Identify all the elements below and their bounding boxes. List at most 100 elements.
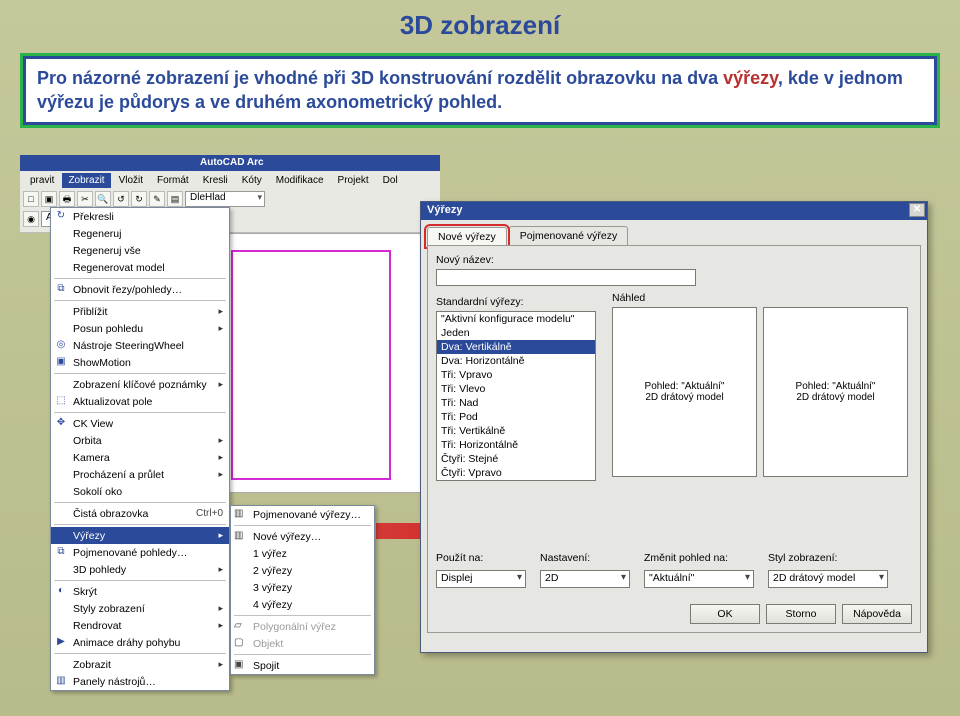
standard-viewports-list[interactable]: "Aktivní konfigurace modelu"JedenDva: Ve… xyxy=(436,311,596,481)
menu-zobrazit[interactable]: Zobrazit xyxy=(62,173,110,188)
submenu-arrow-icon: ▸ xyxy=(218,530,223,541)
setup-combo[interactable]: 2D xyxy=(540,570,630,588)
menu-item-label: Obnovit řezy/pohledy… xyxy=(73,284,182,296)
dialog-title-text: Výřezy xyxy=(427,204,462,216)
new-name-input[interactable] xyxy=(436,269,696,286)
submenu-arrow-icon: ▸ xyxy=(218,379,223,390)
submenu-item-label: Objekt xyxy=(253,638,283,650)
submenu-item-icon: ▢ xyxy=(234,637,248,651)
menu-item[interactable]: Kamera▸ xyxy=(51,449,229,466)
menu-item[interactable]: Regeneruj vše xyxy=(51,242,229,259)
menu-item-label: Výřezy xyxy=(73,530,105,542)
cancel-button[interactable]: Storno xyxy=(766,604,836,624)
list-item[interactable]: Tři: Vertikálně xyxy=(437,424,595,438)
menu-item[interactable]: Posun pohledu▸ xyxy=(51,320,229,337)
style-combo[interactable]: 2D drátový model xyxy=(768,570,888,588)
toolbar-icon[interactable]: ▣ xyxy=(41,191,57,207)
list-item[interactable]: Dva: Horizontálně xyxy=(437,354,595,368)
menu-format[interactable]: Formát xyxy=(151,173,195,188)
list-item[interactable]: Tři: Vlevo xyxy=(437,382,595,396)
apply-combo[interactable]: Displej xyxy=(436,570,526,588)
submenu-item[interactable]: ▣Spojit xyxy=(231,657,374,674)
menu-item[interactable]: ⧉Obnovit řezy/pohledy… xyxy=(51,281,229,298)
submenu-item[interactable]: 1 výřez xyxy=(231,545,374,562)
menu-item[interactable]: Zobrazit▸ xyxy=(51,656,229,673)
menu-item[interactable]: Sokolí oko xyxy=(51,483,229,500)
toolbar-icon[interactable]: ✎ xyxy=(149,191,165,207)
toolbar-icon[interactable]: 🖶 xyxy=(59,191,75,207)
submenu-item[interactable]: 2 výřezy xyxy=(231,562,374,579)
list-item[interactable]: Tři: Pod xyxy=(437,410,595,424)
menu-kresli[interactable]: Kresli xyxy=(197,173,234,188)
menu-item[interactable]: ▣ShowMotion xyxy=(51,354,229,371)
menu-projekt[interactable]: Projekt xyxy=(332,173,375,188)
changeview-label: Změnit pohled na: xyxy=(644,552,754,564)
submenu-item[interactable]: ▥Nové výřezy… xyxy=(231,528,374,545)
list-item[interactable]: Tři: Nad xyxy=(437,396,595,410)
toolbar-icon[interactable]: 🔍 xyxy=(95,191,111,207)
menu-item[interactable]: ⬚Aktualizovat pole xyxy=(51,393,229,410)
dialog-panel: Nový název: Standardní výřezy: "Aktivní … xyxy=(427,245,921,633)
ok-button[interactable]: OK xyxy=(690,604,760,624)
desc-text-1: Pro názorné zobrazení je vhodné při 3D k… xyxy=(37,68,723,88)
toolbar-icon[interactable]: ✂ xyxy=(77,191,93,207)
preview-pane-left[interactable]: Pohled: "Aktuální" 2D drátový model xyxy=(612,307,757,477)
tab-named-viewports[interactable]: Pojmenované výřezy xyxy=(509,226,628,245)
menu-item[interactable]: ✥CK View xyxy=(51,415,229,432)
list-item[interactable]: Čtyři: Stejné xyxy=(437,452,595,466)
menu-modifikace[interactable]: Modifikace xyxy=(270,173,330,188)
menu-item-label: ShowMotion xyxy=(73,357,131,369)
menu-item[interactable]: Procházení a průlet▸ xyxy=(51,466,229,483)
menu-upravit[interactable]: pravit xyxy=(24,173,60,188)
menu-item-label: Skrýt xyxy=(73,586,97,598)
menu-item[interactable]: Regeneruj xyxy=(51,225,229,242)
changeview-combo[interactable]: "Aktuální" xyxy=(644,570,754,588)
menu-item[interactable]: ◐Skrýt xyxy=(51,583,229,600)
menu-item[interactable]: ↻Překresli xyxy=(51,208,229,225)
drawing-rect xyxy=(231,250,391,480)
toolbar-icon[interactable]: ↻ xyxy=(131,191,147,207)
menu-item[interactable]: Čistá obrazovkaCtrl+0 xyxy=(51,505,229,522)
menu-item[interactable]: Rendrovat▸ xyxy=(51,617,229,634)
menu-item[interactable]: ▥Panely nástrojů… xyxy=(51,673,229,690)
list-item[interactable]: Tři: Horizontálně xyxy=(437,438,595,452)
menu-item[interactable]: ◎Nástroje SteeringWheel xyxy=(51,337,229,354)
submenu-arrow-icon: ▸ xyxy=(218,659,223,670)
dialog-tabs: Nové výřezy Pojmenované výřezy xyxy=(421,220,927,245)
menu-item[interactable]: ▶Animace dráhy pohybu xyxy=(51,634,229,651)
submenu-item[interactable]: ▥Pojmenované výřezy… xyxy=(231,506,374,523)
list-item[interactable]: Jeden xyxy=(437,326,595,340)
menu-dol[interactable]: Dol xyxy=(377,173,404,188)
tab-new-viewports[interactable]: Nové výřezy xyxy=(427,227,507,246)
menu-vlozit[interactable]: Vložit xyxy=(113,173,149,188)
list-item[interactable]: Tři: Vpravo xyxy=(437,368,595,382)
list-item[interactable]: Čtyři: Vpravo xyxy=(437,466,595,480)
help-button[interactable]: Nápověda xyxy=(842,604,912,624)
new-name-label: Nový název: xyxy=(436,254,912,266)
submenu-item[interactable]: 4 výřezy xyxy=(231,596,374,613)
menu-koty[interactable]: Kóty xyxy=(236,173,268,188)
list-item[interactable]: "Aktivní konfigurace modelu" xyxy=(437,312,595,326)
toolbar-icon[interactable]: ◉ xyxy=(23,211,39,227)
menu-item[interactable]: Regenerovat model xyxy=(51,259,229,276)
app-titlebar: AutoCAD Arc xyxy=(20,155,440,171)
list-item[interactable]: Dva: Vertikálně xyxy=(437,340,595,354)
submenu-arrow-icon: ▸ xyxy=(218,452,223,463)
submenu-item[interactable]: 3 výřezy xyxy=(231,579,374,596)
list-item[interactable]: Čtyři: Vlevo xyxy=(437,480,595,481)
menu-item[interactable]: Výřezy ▸ xyxy=(51,527,229,544)
dialog-close-button[interactable]: ✕ xyxy=(909,203,925,217)
menu-item[interactable]: Orbita▸ xyxy=(51,432,229,449)
submenu-arrow-icon: ▸ xyxy=(218,306,223,317)
dialog-titlebar[interactable]: Výřezy ✕ xyxy=(421,202,927,220)
menu-item[interactable]: Přiblížit▸ xyxy=(51,303,229,320)
menu-item[interactable]: 3D pohledy▸ xyxy=(51,561,229,578)
menu-item[interactable]: Styly zobrazení▸ xyxy=(51,600,229,617)
toolbar-icon[interactable]: ▤ xyxy=(167,191,183,207)
toolbar-dlehlad-combo[interactable]: DleHlad xyxy=(185,191,265,207)
menu-item[interactable]: Zobrazení klíčové poznámky▸ xyxy=(51,376,229,393)
preview-pane-right[interactable]: Pohled: "Aktuální" 2D drátový model xyxy=(763,307,908,477)
toolbar-icon[interactable]: ↺ xyxy=(113,191,129,207)
menu-item[interactable]: ⧉Pojmenované pohledy… xyxy=(51,544,229,561)
toolbar-icon[interactable]: □ xyxy=(23,191,39,207)
